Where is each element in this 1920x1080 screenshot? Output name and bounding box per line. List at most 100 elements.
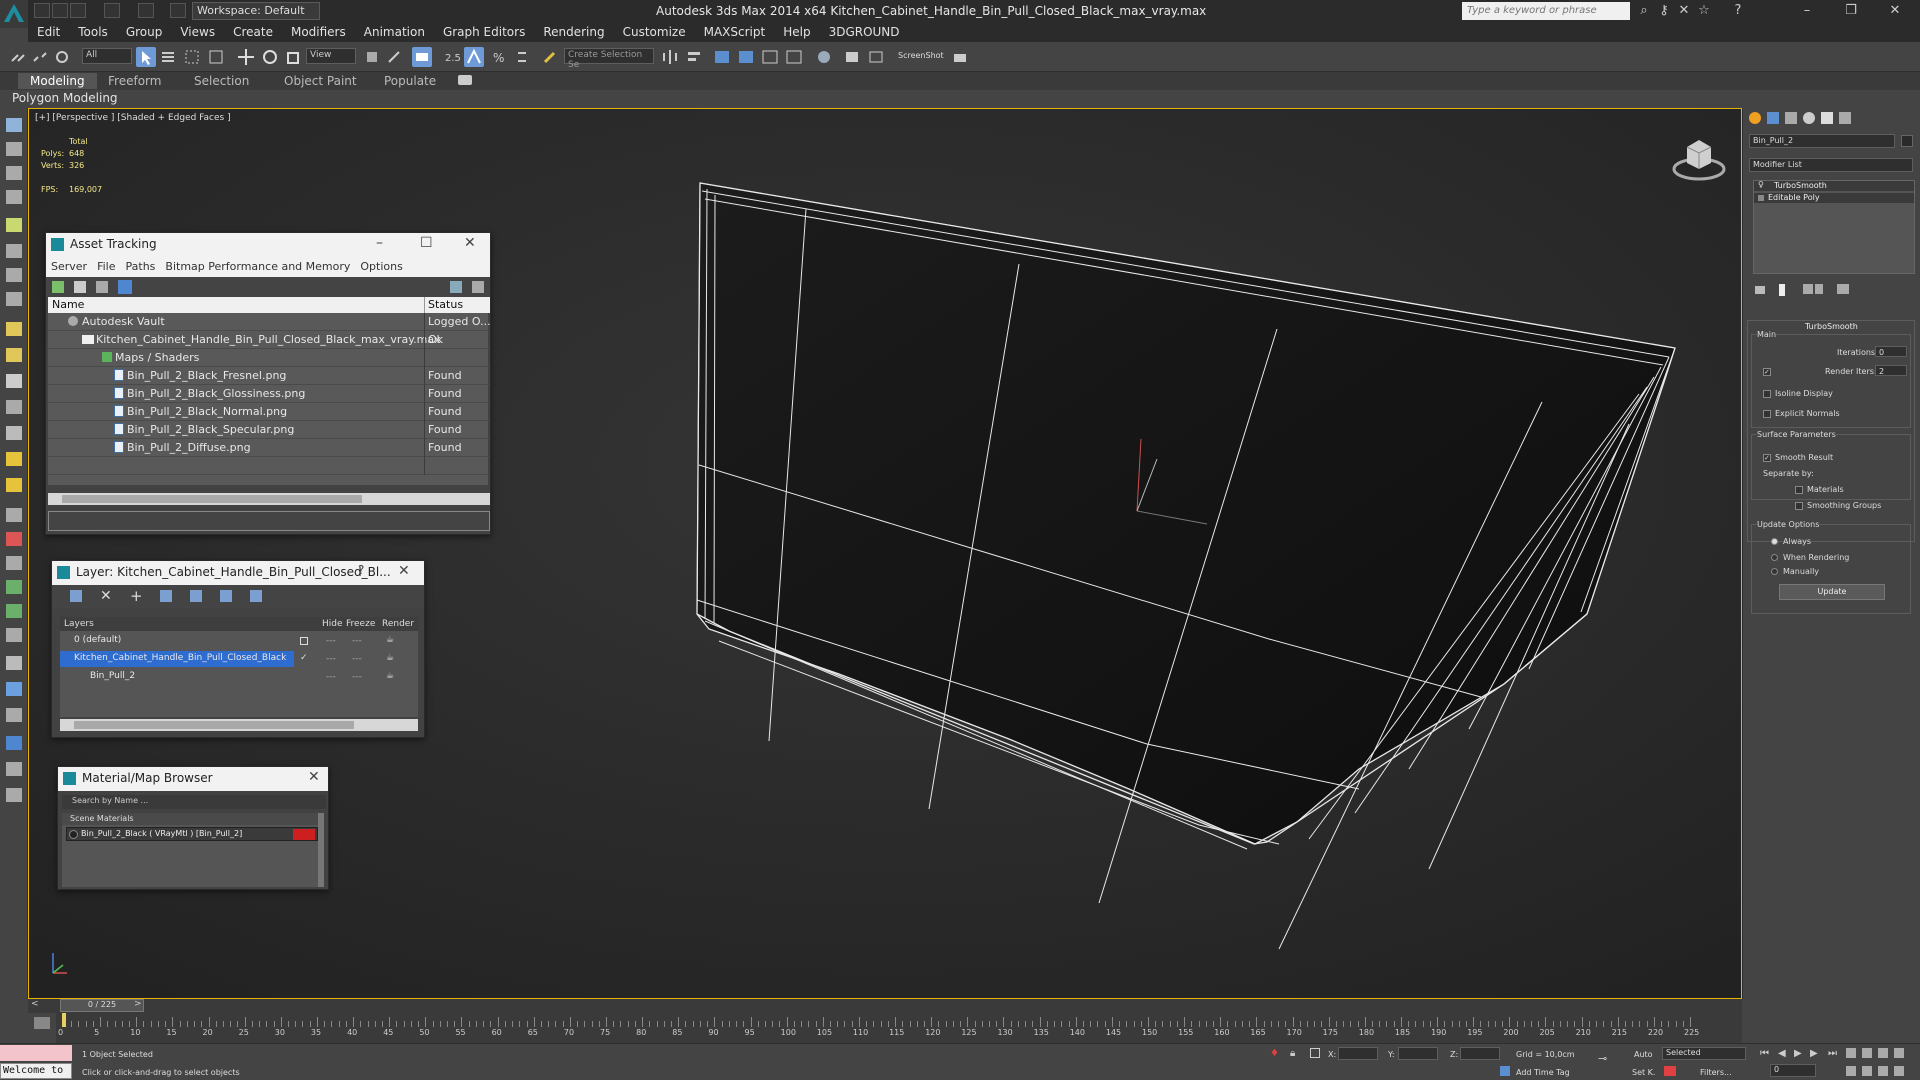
- redo-icon[interactable]: [138, 3, 154, 18]
- tab-freeform[interactable]: Freeform: [96, 73, 173, 89]
- unlink-icon[interactable]: [30, 47, 50, 67]
- time-config-icon[interactable]: [1846, 1048, 1856, 1058]
- manually-radio[interactable]: [1771, 568, 1778, 575]
- asset-menu-file[interactable]: File: [92, 257, 120, 277]
- spinner-snap-icon[interactable]: [512, 47, 532, 67]
- z-coordinate-field[interactable]: [1460, 1047, 1500, 1060]
- menu-tools[interactable]: Tools: [69, 22, 117, 42]
- add-to-layer-icon[interactable]: +: [130, 587, 143, 605]
- cone-icon[interactable]: [6, 426, 22, 440]
- tab-populate[interactable]: Populate: [372, 73, 448, 89]
- configure-modifier-sets-icon[interactable]: [1837, 284, 1849, 294]
- light-bulb-icon[interactable]: ♀: [1758, 180, 1764, 189]
- align-icon[interactable]: [684, 47, 704, 67]
- render-toggle-icon[interactable]: ☕: [386, 635, 394, 645]
- field-of-view-icon[interactable]: [1846, 1066, 1856, 1076]
- omni-light-icon[interactable]: [6, 478, 22, 492]
- asset-minimize-icon[interactable]: –: [376, 235, 383, 251]
- layer-row-bin-pull[interactable]: Bin_Pull_2 --- --- ☕: [60, 669, 418, 686]
- time-prev-icon[interactable]: <: [31, 999, 39, 1009]
- measure-icon[interactable]: [6, 708, 22, 722]
- pan-view-icon[interactable]: [1862, 1066, 1872, 1076]
- asset-menu-options[interactable]: Options: [355, 257, 407, 277]
- key-filter-dropdown[interactable]: Selected: [1662, 1047, 1746, 1060]
- mirror-icon[interactable]: [660, 47, 680, 67]
- question-icon[interactable]: [6, 788, 22, 802]
- mini-curve-editor-icon[interactable]: [34, 1017, 50, 1029]
- grid-icon[interactable]: [6, 166, 22, 180]
- create-tab-icon[interactable]: [1749, 112, 1761, 124]
- light-icon[interactable]: [6, 218, 22, 232]
- asset-row-normal[interactable]: Bin_Pull_2_Black_Normal.png Found: [48, 403, 490, 421]
- selection-lock-icon[interactable]: 🔒︎: [1290, 1048, 1295, 1059]
- scene-materials-group[interactable]: Scene Materials: [62, 813, 324, 825]
- use-pivot-icon[interactable]: [362, 47, 382, 67]
- layer-close-icon[interactable]: ✕: [398, 563, 410, 579]
- tab-modeling[interactable]: Modeling: [18, 73, 97, 89]
- menu-modifiers[interactable]: Modifiers: [282, 22, 355, 42]
- project-folder-icon[interactable]: [170, 3, 186, 18]
- zoom-all-icon[interactable]: [1878, 1048, 1888, 1058]
- percent-snap-icon[interactable]: %: [488, 47, 508, 67]
- material-browser-titlebar[interactable]: Material/Map Browser ✕: [58, 767, 328, 791]
- maxscript-listener-input[interactable]: Welcome to: [0, 1063, 72, 1079]
- asset-maximize-icon[interactable]: ☐: [420, 235, 433, 251]
- menu-graph-editors[interactable]: Graph Editors: [434, 22, 534, 42]
- iterations-spinner[interactable]: 0: [1875, 346, 1907, 357]
- current-frame-field[interactable]: 0: [1770, 1064, 1816, 1077]
- edit-named-selection-icon[interactable]: [540, 47, 560, 67]
- menu-animation[interactable]: Animation: [355, 22, 434, 42]
- menu-help[interactable]: Help: [774, 22, 819, 42]
- object-color-swatch[interactable]: [1901, 135, 1913, 147]
- select-and-move-icon[interactable]: [236, 47, 256, 67]
- tab-object-paint[interactable]: Object Paint: [272, 73, 369, 89]
- object-name-field[interactable]: Bin_Pull_2: [1749, 134, 1895, 148]
- box-icon[interactable]: [6, 142, 22, 156]
- tree-icon[interactable]: [6, 604, 22, 618]
- schematic-view-icon[interactable]: [784, 47, 804, 67]
- render-toggle-icon[interactable]: ☕: [386, 671, 394, 681]
- polygon-modeling-label[interactable]: Polygon Modeling: [12, 91, 118, 105]
- hide-all-layers-icon[interactable]: [220, 590, 232, 602]
- workspace-dropdown[interactable]: Workspace: Default: [192, 2, 320, 20]
- y-coordinate-field[interactable]: [1398, 1047, 1438, 1060]
- time-tag-icon[interactable]: [1500, 1066, 1510, 1076]
- auto-key-button[interactable]: Auto: [1634, 1050, 1653, 1059]
- minimize-icon[interactable]: –: [1792, 2, 1822, 20]
- material-search-input[interactable]: Search by Name ...: [62, 795, 326, 809]
- create-layer-icon[interactable]: [70, 590, 82, 602]
- tab-selection[interactable]: Selection: [182, 73, 261, 89]
- menu-create[interactable]: Create: [224, 22, 282, 42]
- stack-item-turbosmooth[interactable]: ♀ TurboSmooth: [1754, 180, 1914, 191]
- make-unique-icon[interactable]: [1803, 284, 1813, 294]
- freeze-toggle[interactable]: ---: [352, 672, 362, 682]
- cylinder-icon[interactable]: [6, 374, 22, 388]
- asset-settings-icon[interactable]: [472, 281, 484, 293]
- freeze-all-layers-icon[interactable]: [250, 590, 262, 602]
- layer-col-freeze[interactable]: Freeze: [346, 619, 375, 629]
- asset-row-maps-shaders[interactable]: Maps / Shaders: [48, 349, 490, 367]
- select-and-scale-icon[interactable]: [284, 47, 304, 67]
- maxscript-mini-listener[interactable]: [0, 1045, 72, 1061]
- hierarchy-tab-icon[interactable]: [1785, 112, 1797, 124]
- spacewarp-icon[interactable]: [6, 292, 22, 306]
- menu-rendering[interactable]: Rendering: [534, 22, 613, 42]
- add-time-tag[interactable]: Add Time Tag: [1516, 1068, 1570, 1077]
- binoculars-icon[interactable]: ⌕: [1636, 2, 1652, 20]
- torus-icon[interactable]: [6, 400, 22, 414]
- menu-3dground[interactable]: 3DGROUND: [820, 22, 909, 42]
- expand-icon[interactable]: [1758, 195, 1764, 201]
- materials-checkbox[interactable]: [1795, 486, 1803, 494]
- maximize-icon[interactable]: ❐: [1836, 2, 1866, 20]
- screenshot-camera-icon[interactable]: [950, 47, 970, 67]
- orbit-icon[interactable]: [1878, 1066, 1888, 1076]
- undo-icon[interactable]: [104, 3, 120, 18]
- ribbon-options-icon[interactable]: [458, 75, 472, 85]
- show-end-result-icon[interactable]: [1779, 284, 1785, 296]
- stack-icon[interactable]: [6, 190, 22, 204]
- layer-help-icon[interactable]: ?: [358, 563, 364, 577]
- asset-path-field[interactable]: [48, 511, 490, 531]
- layer-manager-icon[interactable]: [712, 47, 732, 67]
- select-and-rotate-icon[interactable]: [260, 47, 280, 67]
- set-key-button[interactable]: Set K.: [1632, 1068, 1655, 1077]
